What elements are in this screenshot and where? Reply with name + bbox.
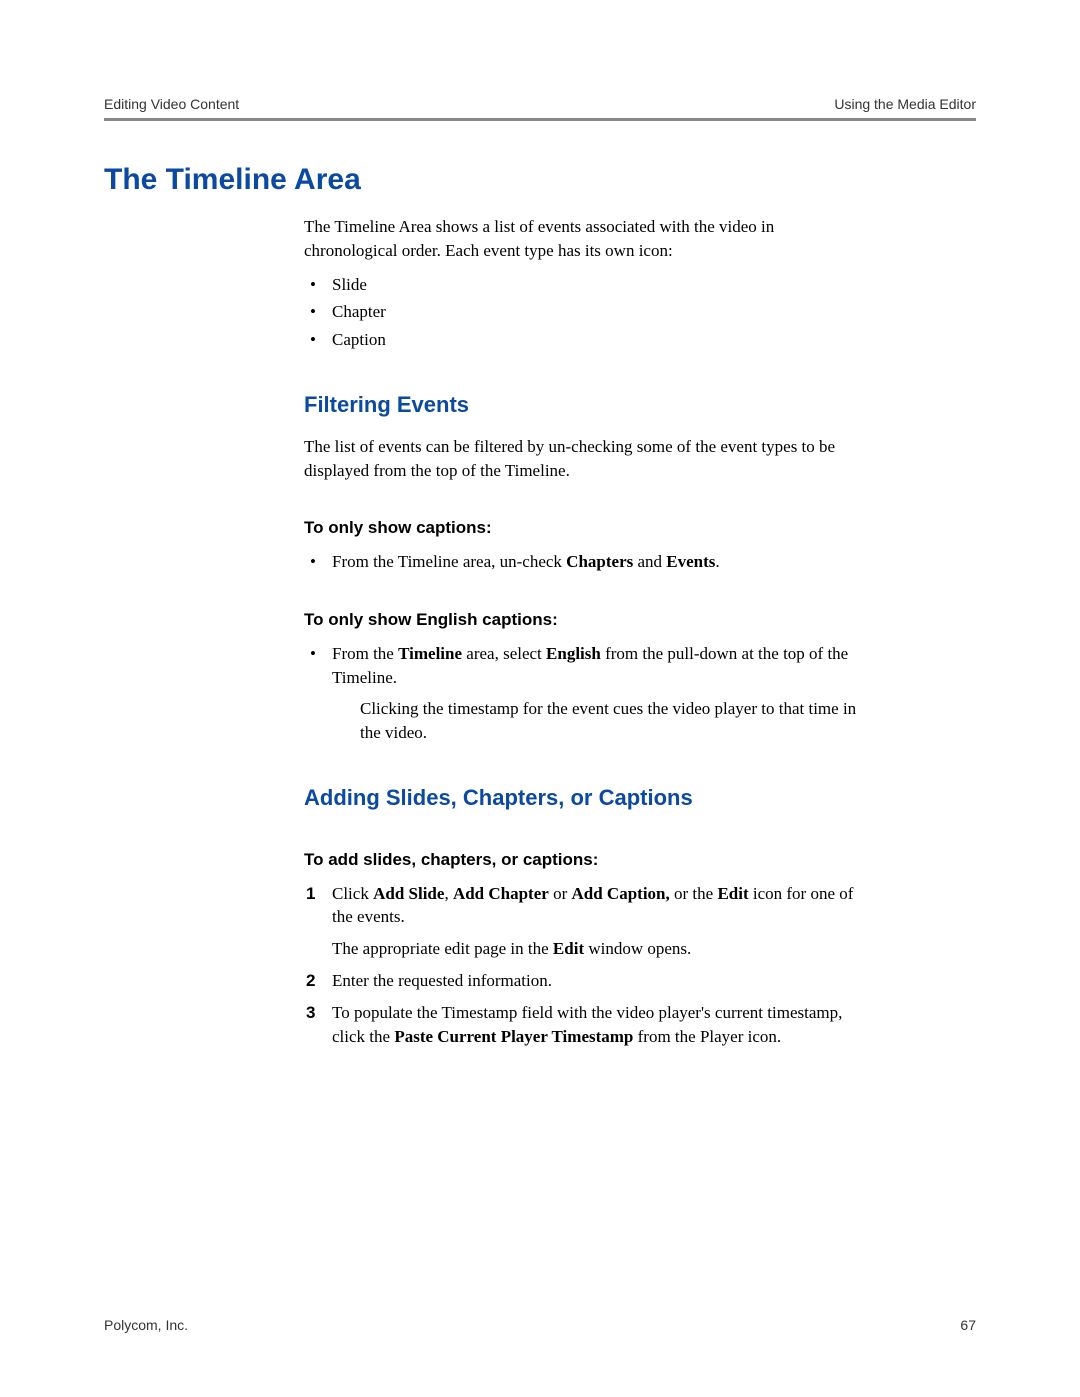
step-1: Click Add Slide, Add Chapter or Add Capt… xyxy=(304,882,864,961)
bold-add-chapter: Add Chapter xyxy=(453,884,549,903)
bold-add-caption: Add Caption, xyxy=(571,884,669,903)
text: From the Timeline area, un-check xyxy=(332,552,566,571)
bold-timeline: Timeline xyxy=(398,644,462,663)
text: window opens. xyxy=(584,939,691,958)
h1-timeline-area: The Timeline Area xyxy=(104,163,976,197)
text: or xyxy=(549,884,572,903)
document-page: Editing Video Content Using the Media Ed… xyxy=(0,0,1080,1397)
filtering-intro: The list of events can be filtered by un… xyxy=(304,435,864,483)
header-left: Editing Video Content xyxy=(104,96,239,112)
h3-only-show-captions: To only show captions: xyxy=(304,516,864,540)
bold-chapters: Chapters xyxy=(566,552,633,571)
list-item: Caption xyxy=(304,328,864,352)
list-item: Slide xyxy=(304,273,864,297)
text: from the Player icon. xyxy=(633,1027,781,1046)
bold-edit-window: Edit xyxy=(553,939,584,958)
bold-english: English xyxy=(546,644,601,663)
text: The appropriate edit page in the xyxy=(332,939,553,958)
english-only-list: From the Timeline area, select English f… xyxy=(304,642,864,745)
step-1-follow: The appropriate edit page in the Edit wi… xyxy=(332,937,864,961)
list-item: From the Timeline area, select English f… xyxy=(304,642,864,745)
list-item: Chapter xyxy=(304,300,864,324)
text: and xyxy=(633,552,666,571)
text: area, select xyxy=(462,644,546,663)
bold-add-slide: Add Slide xyxy=(373,884,444,903)
body-column: The Timeline Area shows a list of events… xyxy=(304,215,864,1048)
h2-adding: Adding Slides, Chapters, or Captions xyxy=(304,783,864,814)
header-rule xyxy=(104,118,976,121)
footer-page-number: 67 xyxy=(960,1317,976,1333)
header-right: Using the Media Editor xyxy=(834,96,976,112)
step-2: Enter the requested information. xyxy=(304,969,864,993)
bold-paste-timestamp: Paste Current Player Timestamp xyxy=(394,1027,633,1046)
text: . xyxy=(715,552,719,571)
intro-paragraph: The Timeline Area shows a list of events… xyxy=(304,215,864,263)
h3-only-show-english: To only show English captions: xyxy=(304,608,864,632)
bold-edit: Edit xyxy=(717,884,748,903)
h2-filtering-events: Filtering Events xyxy=(304,390,864,421)
add-steps-list: Click Add Slide, Add Chapter or Add Capt… xyxy=(304,882,864,1049)
list-item: From the Timeline area, un-check Chapter… xyxy=(304,550,864,574)
step-3: To populate the Timestamp field with the… xyxy=(304,1001,864,1049)
footer-left: Polycom, Inc. xyxy=(104,1317,188,1333)
text: or the xyxy=(670,884,718,903)
followup-paragraph: Clicking the timestamp for the event cue… xyxy=(360,697,864,745)
h3-to-add: To add slides, chapters, or captions: xyxy=(304,848,864,872)
captions-only-list: From the Timeline area, un-check Chapter… xyxy=(304,550,864,574)
event-type-list: Slide Chapter Caption xyxy=(304,273,864,352)
text: Click xyxy=(332,884,373,903)
page-footer: Polycom, Inc. 67 xyxy=(104,1317,976,1333)
text: From the xyxy=(332,644,398,663)
bold-events: Events xyxy=(666,552,715,571)
text: , xyxy=(444,884,453,903)
page-header: Editing Video Content Using the Media Ed… xyxy=(104,96,976,118)
